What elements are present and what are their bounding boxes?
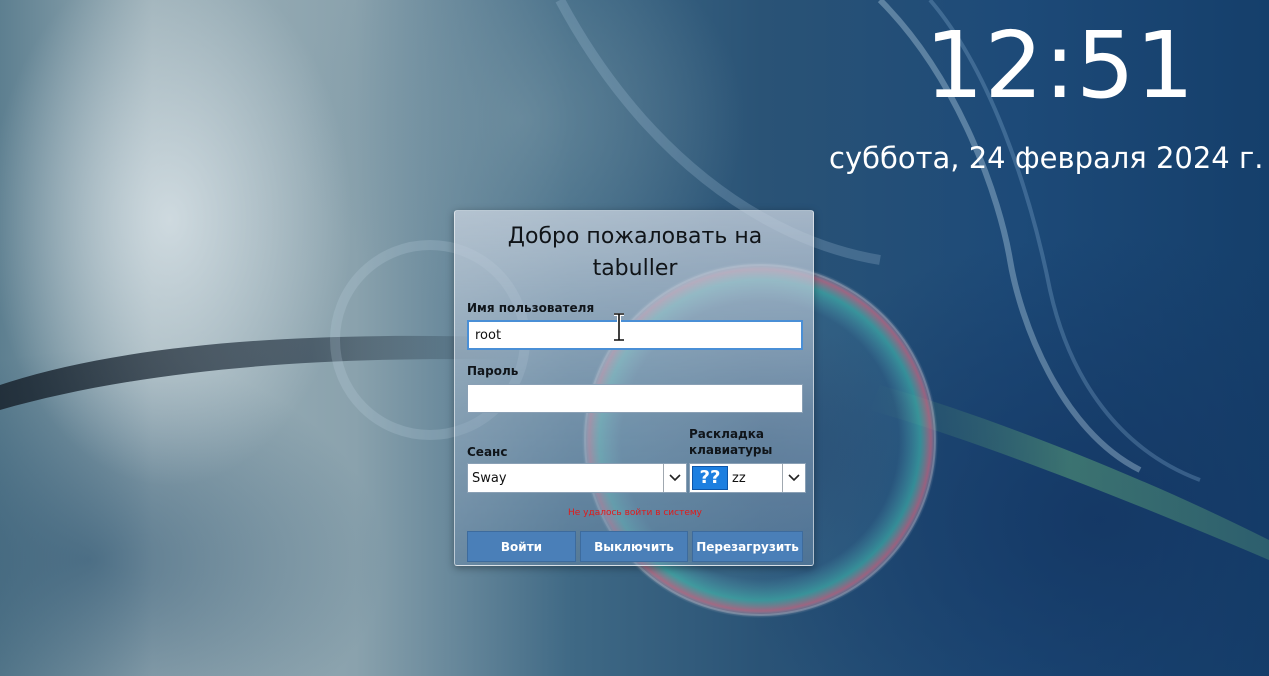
username-input[interactable] [467,320,803,350]
hostname-line: tabuller [592,256,678,281]
clock-date: суббота, 24 февраля 2024 г. [829,141,1264,175]
login-button[interactable]: Войти [467,531,576,562]
welcome-title: Добро пожаловать на tabuller [455,221,815,285]
clock-time: 12:51 [925,12,1196,119]
reboot-button[interactable]: Перезагрузить [692,531,803,562]
welcome-line: Добро пожаловать на [507,224,763,249]
password-input[interactable] [467,384,803,413]
username-label: Имя пользователя [467,301,595,315]
shutdown-button[interactable]: Выключить [580,531,688,562]
session-value: Sway [472,470,507,486]
session-label: Сеанс [467,445,508,459]
keyboard-layout-select[interactable]: ?? zz [689,463,806,493]
session-select[interactable]: Sway [467,463,687,493]
keyboard-layout-value: zz [732,470,746,486]
chevron-down-icon[interactable] [782,464,805,492]
login-panel: Добро пожаловать на tabuller Имя пользов… [454,210,814,566]
keyboard-label-line1: Раскладка [689,427,764,441]
text-cursor-icon [614,313,624,341]
error-message: Не удалось войти в систему [567,508,703,518]
password-label: Пароль [467,364,519,378]
keyboard-label-line2: клавиатуры [689,443,773,457]
chevron-down-icon[interactable] [663,464,686,492]
flag-icon: ?? [692,466,728,490]
keyboard-label: Раскладка клавиатуры [689,426,772,458]
